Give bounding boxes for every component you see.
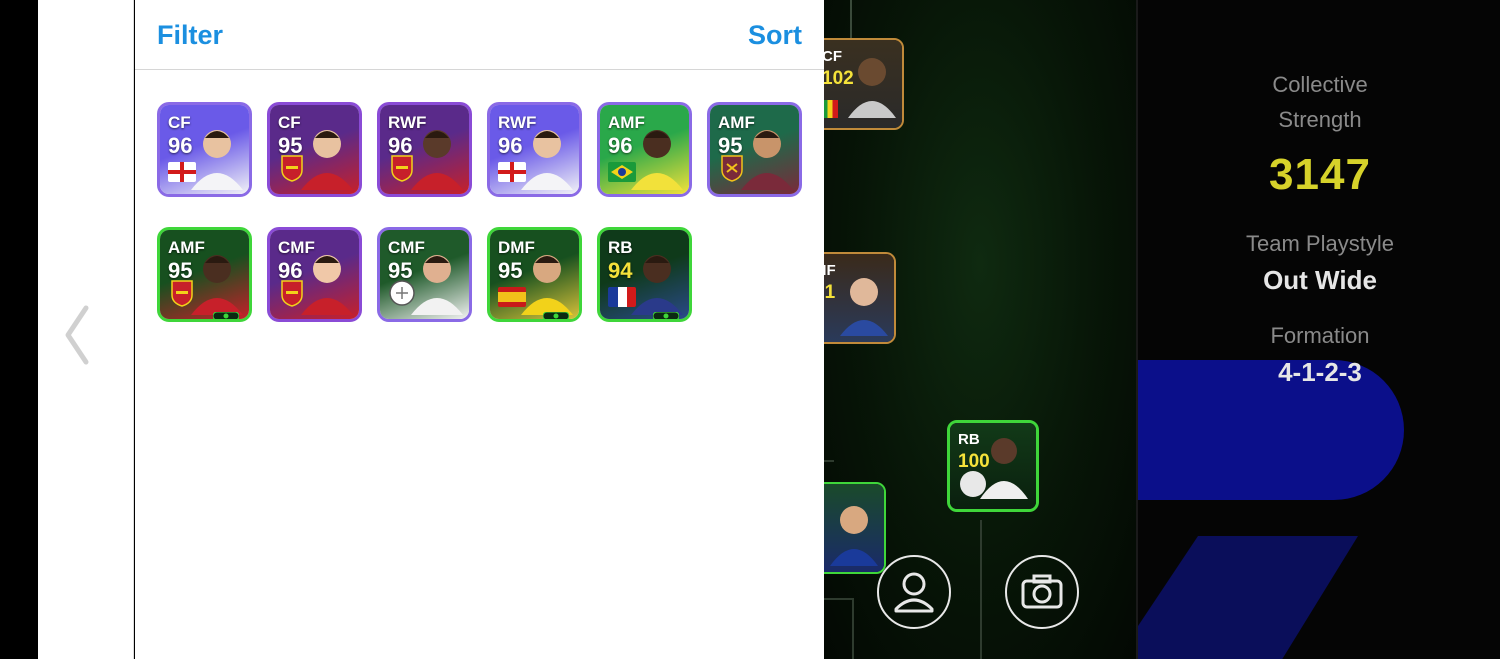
club-badge-icon (960, 471, 986, 497)
screen: Filter Sort CF 96 CF 95 RWF 96 RWF 96 AMF 96 AMF 95… (0, 0, 1500, 659)
player-card[interactable]: CF 95 (267, 102, 362, 197)
flag-icon (608, 287, 636, 307)
flag-icon (388, 154, 416, 182)
pitch-area: CF 102 MF 01 RB 100 (824, 0, 1136, 659)
pitch-player-card[interactable]: CF 102 (824, 38, 904, 130)
player-list-panel: Filter Sort CF 96 CF 95 RWF 96 RWF 96 AMF 96 AMF 95… (135, 0, 824, 659)
flag-icon (498, 287, 526, 307)
player-card[interactable]: DMF 95 (487, 227, 582, 322)
collective-strength-label: Strength (1278, 107, 1362, 132)
flag-icon (388, 279, 416, 307)
card-rating: 96 (498, 133, 523, 158)
player-card[interactable]: CMF 96 (267, 227, 362, 322)
card-position: CF (278, 113, 301, 132)
player-card[interactable]: AMF 95 (707, 102, 802, 197)
player-face-icon (830, 506, 878, 566)
flag-icon (498, 162, 526, 182)
card-position: AMF (718, 113, 755, 132)
panel-header: Filter Sort (135, 0, 824, 70)
formation-value: 4-1-2-3 (1278, 357, 1362, 387)
team-info-panel: Collective Strength 3147 Team Playstyle … (1136, 0, 1500, 659)
pitch-card-position: CF (824, 48, 842, 65)
pitch-player-card[interactable]: RB 100 (947, 420, 1039, 512)
collective-strength-value: 3147 (1269, 150, 1371, 199)
card-position: DMF (498, 238, 535, 257)
pitch-player-card[interactable]: MF 01 (824, 252, 896, 344)
player-face-icon (848, 58, 896, 118)
skill-dots-icon (212, 307, 240, 319)
card-position: CMF (278, 238, 315, 257)
person-icon (894, 572, 934, 613)
player-card[interactable]: AMF 95 (157, 227, 252, 322)
player-card[interactable]: CF 96 (157, 102, 252, 197)
decorative-shape (1138, 536, 1358, 659)
sort-button[interactable]: Sort (748, 20, 802, 51)
player-card[interactable]: RB 94 (597, 227, 692, 322)
team-playstyle-label: Team Playstyle (1246, 231, 1394, 256)
player-face-icon (840, 278, 888, 336)
flag-icon (168, 279, 196, 307)
profile-button[interactable] (877, 555, 951, 629)
player-card[interactable]: RWF 96 (487, 102, 582, 197)
card-position: RB (608, 238, 633, 257)
player-card[interactable]: CMF 95 (377, 227, 472, 322)
camera-icon (1021, 574, 1063, 609)
flag-icon (824, 100, 838, 118)
card-rating: 96 (168, 133, 193, 158)
flag-icon (718, 154, 746, 182)
pitch-line (824, 598, 852, 600)
chevron-left-icon[interactable] (62, 300, 92, 370)
pitch-line (824, 460, 834, 462)
flag-icon (278, 154, 306, 182)
pitch-player-card[interactable] (824, 482, 886, 574)
card-position: AMF (608, 113, 645, 132)
card-position: CMF (388, 238, 425, 257)
filter-button[interactable]: Filter (157, 20, 223, 51)
formation-label: Formation (1270, 323, 1370, 348)
flag-icon (278, 279, 306, 307)
card-position: RWF (498, 113, 537, 132)
card-rating: 95 (498, 258, 523, 283)
card-rating: 96 (608, 133, 633, 158)
pitch-line (850, 0, 852, 40)
collective-strength-label: Collective (1272, 72, 1368, 97)
pitch-line (852, 598, 854, 659)
skill-dots-icon (542, 307, 570, 319)
flag-icon (168, 162, 196, 182)
card-position: RWF (388, 113, 427, 132)
skill-dots-icon (652, 307, 680, 319)
player-card[interactable]: RWF 96 (377, 102, 472, 197)
team-playstyle-value: Out Wide (1263, 265, 1377, 295)
card-rating: 94 (608, 258, 633, 283)
flag-icon (608, 162, 636, 182)
pitch-line (980, 520, 982, 659)
card-position: CF (168, 113, 191, 132)
camera-button[interactable] (1005, 555, 1079, 629)
player-card[interactable]: AMF 96 (597, 102, 692, 197)
card-position: AMF (168, 238, 205, 257)
